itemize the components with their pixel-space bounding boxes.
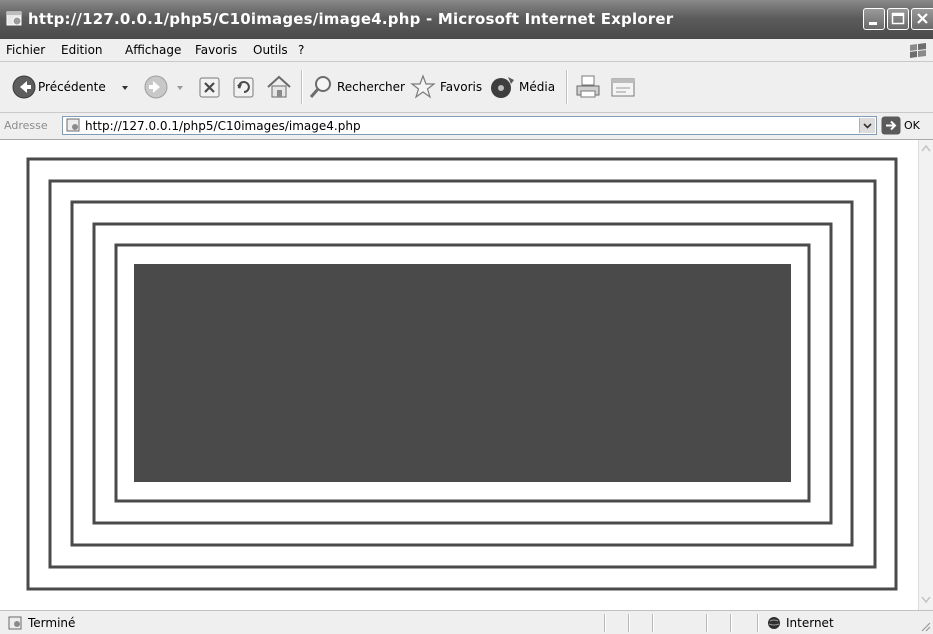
go-button-label[interactable]: OK	[904, 119, 920, 132]
menu-outils[interactable]: Outils	[253, 43, 288, 57]
chevron-down-icon	[863, 123, 872, 129]
title-bar[interactable]: http://127.0.0.1/php5/C10images/image4.p…	[0, 0, 933, 39]
menu-help[interactable]: ?	[298, 43, 304, 57]
status-divider	[706, 614, 708, 632]
filled-rectangle	[134, 264, 791, 482]
edit-icon[interactable]	[608, 71, 638, 103]
favorites-star-icon	[410, 74, 436, 99]
status-divider	[604, 614, 606, 632]
back-dropdown-icon[interactable]	[122, 86, 128, 90]
print-icon[interactable]	[573, 71, 603, 103]
vertical-scrollbar[interactable]	[918, 140, 933, 610]
minimize-icon	[869, 22, 877, 25]
standard-toolbar: Précédente Rechercher Favoris Média	[0, 62, 933, 113]
address-bar: Adresse OK	[0, 113, 933, 140]
menu-edition[interactable]: Edition	[61, 43, 103, 57]
browser-window: http://127.0.0.1/php5/C10images/image4.p…	[0, 0, 933, 634]
media-icon	[491, 77, 514, 98]
page-done-icon	[8, 616, 22, 630]
address-field[interactable]	[62, 116, 877, 135]
forward-icon	[144, 75, 168, 99]
scroll-up-icon[interactable]	[919, 141, 933, 156]
address-input[interactable]	[85, 117, 845, 134]
search-label: Rechercher	[337, 80, 405, 94]
toolbar-separator	[566, 70, 568, 104]
page-icon	[66, 118, 80, 132]
media-label: Média	[519, 80, 556, 94]
address-label: Adresse	[4, 119, 48, 132]
resize-grip-icon[interactable]	[919, 620, 931, 632]
ie-page-icon	[6, 11, 22, 26]
status-divider	[628, 614, 630, 632]
home-icon[interactable]	[264, 71, 294, 103]
window-title: http://127.0.0.1/php5/C10images/image4.p…	[28, 10, 674, 28]
back-label: Précédente	[38, 80, 106, 94]
menu-affichage[interactable]: Affichage	[125, 43, 181, 57]
status-divider	[730, 614, 732, 632]
stop-icon[interactable]	[196, 71, 224, 103]
address-dropdown[interactable]	[859, 118, 875, 133]
status-text: Terminé	[28, 616, 76, 630]
refresh-icon[interactable]	[230, 71, 258, 103]
internet-globe-icon	[768, 617, 780, 629]
close-button[interactable]	[911, 8, 933, 30]
security-zone-label: Internet	[786, 616, 834, 630]
menu-bar: Fichier Edition Affichage Favoris Outils…	[0, 39, 933, 62]
page-content	[0, 140, 918, 610]
maximize-button[interactable]	[887, 8, 909, 30]
close-icon	[917, 13, 928, 24]
status-divider	[757, 614, 759, 632]
status-divider	[652, 614, 654, 632]
forward-dropdown-icon[interactable]	[177, 86, 183, 90]
maximize-icon	[891, 12, 905, 25]
favorites-label: Favoris	[440, 80, 483, 94]
menu-favoris[interactable]: Favoris	[195, 43, 237, 57]
windows-logo-icon	[910, 43, 926, 58]
scroll-down-icon[interactable]	[919, 592, 933, 607]
go-arrow-icon[interactable]	[881, 116, 901, 135]
toolbar-separator	[301, 70, 303, 104]
status-bar: Terminé Internet	[0, 610, 933, 634]
menu-fichier[interactable]: Fichier	[6, 43, 45, 57]
search-icon	[309, 76, 331, 98]
minimize-button[interactable]	[863, 8, 885, 30]
php-generated-image	[26, 157, 898, 591]
